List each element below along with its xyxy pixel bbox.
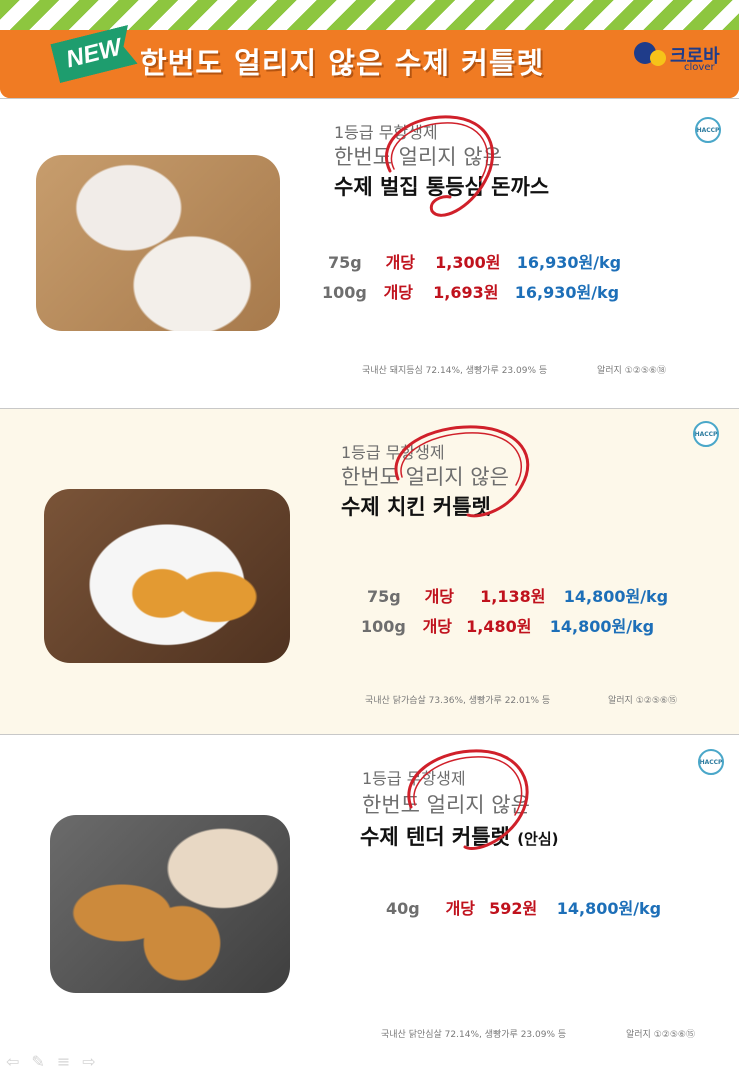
logo-yellow-dot: [650, 50, 666, 66]
allergy-text: 알러지 ①②⑤⑥⑮: [608, 696, 677, 706]
allergy-text: 알러지 ①②⑤⑥⑮: [626, 1030, 695, 1040]
product-subtitle: 한번도 얼리지 않은: [334, 145, 502, 169]
haccp-badge-icon: HACCP: [695, 117, 721, 143]
product-section-chicken-cutlet: HACCP 1등급 무항생제 한번도 얼리지 않은 수제 치킨 커틀렛 75g …: [0, 408, 739, 734]
price-unit: 개당: [383, 283, 414, 302]
price-row-100g: 100g 개당 1,693원 16,930원/kg: [322, 279, 619, 303]
banner-stripes: [0, 0, 739, 30]
price-row-75g: 75g 개당 1,300원 16,930원/kg: [328, 249, 621, 273]
logo-subtext: clover: [684, 62, 715, 73]
product-section-tender-cutlet: HACCP 1등급 무항생제 한번도 얼리지 않은 수제 텐더 커틀렛 (안심)…: [0, 734, 739, 1080]
price-unit: 개당: [445, 899, 476, 918]
haccp-badge-icon: HACCP: [698, 749, 724, 775]
price-unit: 개당: [424, 587, 455, 606]
price-weight: 75g: [328, 253, 362, 272]
product-subtitle: 한번도 얼리지 않은: [341, 465, 509, 489]
price-amount: 1,300원: [435, 253, 501, 272]
arrow-left-icon[interactable]: ⇦: [6, 1052, 19, 1071]
product-section-pork-cutlet: HACCP 1등급 무항생제 한번도 얼리지 않은 수제 벌집 통등심 돈까스 …: [0, 98, 739, 408]
ingredients-text: 국내산 돼지등심 72.14%, 생빵가루 23.09% 등: [362, 366, 548, 376]
price-unit: 개당: [385, 253, 416, 272]
product-name: 수제 텐더 커틀렛 (안심): [360, 821, 559, 851]
chicken-cutlet-photo: [44, 489, 290, 663]
price-row-75g: 75g 개당 1,138원 14,800원/kg: [367, 583, 668, 607]
price-per-kg: 14,800원/kg: [563, 587, 669, 606]
product-grade: 1등급 무항생제: [334, 123, 438, 142]
product-name: 수제 치킨 커틀렛: [341, 495, 491, 519]
pen-icon[interactable]: ✎: [31, 1052, 44, 1071]
ingredients-text: 국내산 닭가슴살 73.36%, 생빵가루 22.01% 등: [365, 696, 551, 706]
allergy-text: 알러지 ①②⑤⑥⑱: [597, 366, 666, 376]
product-name-text: 수제 텐더 커틀렛: [360, 825, 510, 849]
product-grade: 1등급 무항생제: [341, 443, 445, 462]
product-grade: 1등급 무항생제: [362, 769, 466, 788]
price-amount: 1,480원: [466, 617, 532, 636]
haccp-badge-icon: HACCP: [693, 421, 719, 447]
arrow-right-icon[interactable]: ⇨: [82, 1052, 95, 1071]
product-name-note: (안심): [517, 830, 559, 848]
price-weight: 75g: [367, 587, 401, 606]
menu-icon[interactable]: ≡: [57, 1052, 70, 1071]
price-per-kg: 16,930원/kg: [514, 283, 620, 302]
banner-title: 한번도 얼리지 않은 수제 커틀렛: [140, 46, 545, 80]
ingredients-text: 국내산 닭안심살 72.14%, 생빵가루 23.09% 등: [381, 1030, 567, 1040]
product-name: 수제 벌집 통등심 돈까스: [334, 175, 550, 199]
price-weight: 40g: [386, 899, 420, 918]
clover-logo: 크로바 clover: [632, 38, 732, 78]
price-per-kg: 14,800원/kg: [549, 617, 655, 636]
price-amount: 1,138원: [480, 587, 546, 606]
tender-cutlet-photo: [50, 815, 290, 993]
header-banner: NEW 한번도 얼리지 않은 수제 커틀렛 크로바 clover: [0, 0, 739, 98]
price-amount: 592원: [489, 899, 538, 918]
pork-cutlet-photo: [36, 155, 280, 331]
price-weight: 100g: [361, 617, 406, 636]
price-per-kg: 16,930원/kg: [516, 253, 622, 272]
price-weight: 100g: [322, 283, 367, 302]
price-unit: 개당: [422, 617, 453, 636]
slide-nav: ⇦ ✎ ≡ ⇨: [6, 1052, 96, 1071]
price-amount: 1,693원: [433, 283, 499, 302]
product-subtitle: 한번도 얼리지 않은: [362, 793, 530, 817]
price-row-100g: 100g 개당 1,480원 14,800원/kg: [361, 613, 654, 637]
price-row-40g: 40g 개당 592원 14,800원/kg: [386, 895, 661, 919]
price-per-kg: 14,800원/kg: [556, 899, 662, 918]
